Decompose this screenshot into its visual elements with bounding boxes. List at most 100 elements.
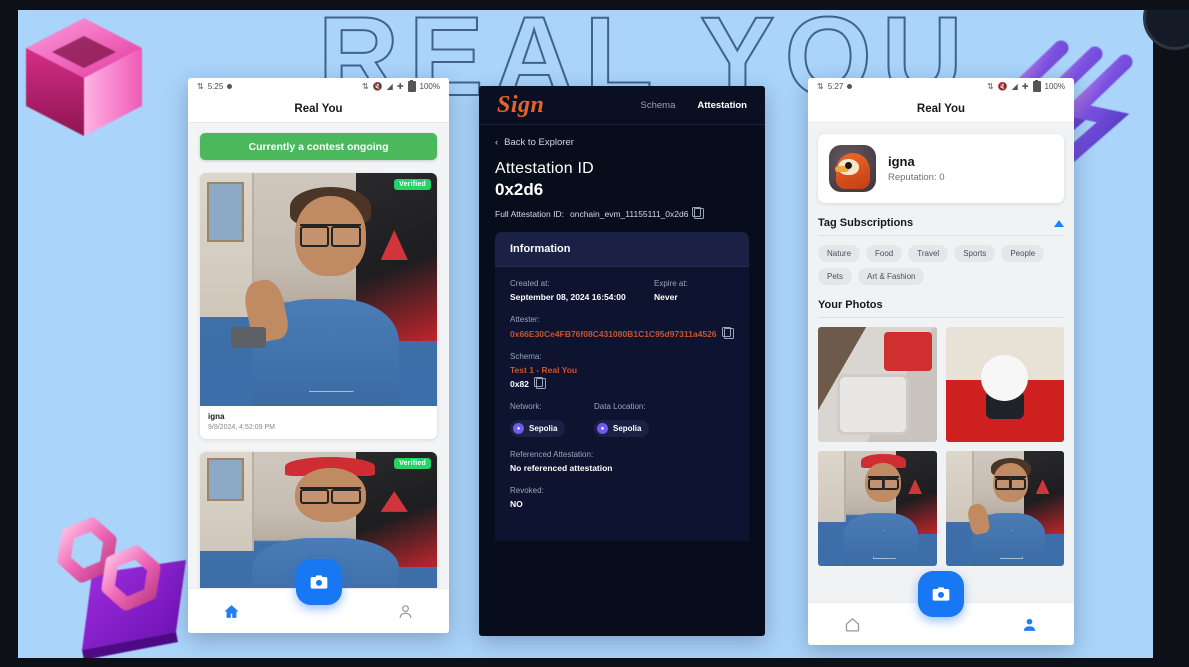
profile-reputation: Reputation: 0	[888, 172, 945, 183]
notification-dot-icon	[227, 84, 233, 89]
referenced-attestation-group: Referenced Attestation: No referenced at…	[510, 450, 734, 473]
frame-top	[0, 0, 1189, 10]
mute-icon: 🔇	[997, 81, 1008, 91]
tag-chip[interactable]: Nature	[818, 245, 861, 262]
attestation-id-label: Attestation ID	[495, 160, 594, 177]
camera-fab-button[interactable]	[918, 571, 964, 617]
statusbar-left: ⇅ 5:25 ⇅ 🔇 ◢ ✚ 100%	[188, 78, 449, 95]
home-icon[interactable]	[844, 616, 861, 633]
photo-selfie-thumb[interactable]	[945, 451, 1064, 566]
tag-chip[interactable]: People	[1001, 245, 1045, 262]
full-id-label: Full Attestation ID:	[495, 208, 564, 219]
statusbar-right: ⇅ 5:27 ⇅ 🔇 ◢ ✚ 100%	[808, 78, 1074, 95]
data-speed-icon: ⇅	[987, 81, 994, 91]
data-location-value: Sepolia	[613, 424, 642, 433]
notification-dot-icon	[847, 84, 853, 89]
feed-scroll-area[interactable]: Currently a contest ongoing Verified ign…	[188, 123, 449, 633]
attestation-id-value: 0x2d6	[495, 180, 544, 199]
created-at-label: Created at:	[510, 279, 550, 288]
information-title: Information	[495, 232, 749, 267]
nav-link-schema[interactable]: Schema	[641, 100, 676, 111]
revoked-value: NO	[510, 499, 523, 509]
contest-banner[interactable]: Currently a contest ongoing	[200, 133, 437, 160]
information-card: Information Created at: September 08, 20…	[495, 232, 749, 541]
attestation-detail: ‹ Back to Explorer Attestation ID 0x2d6 …	[479, 125, 765, 541]
verified-badge: Verified	[394, 179, 431, 190]
attester-value[interactable]: 0x66E30Ce4FB76f08C431080B1C1C95d97311a45…	[510, 329, 717, 339]
network-value: Sepolia	[529, 424, 558, 433]
background-stage: REAL YOU ⇅ 5:25 ⇅ 🔇 ◢ ✚ 100% Real You Cu…	[18, 10, 1153, 658]
post-username: igna	[208, 412, 225, 421]
tag-chip[interactable]: Art & Fashion	[858, 268, 925, 285]
information-body: Created at: September 08, 2024 16:54:00 …	[495, 267, 749, 541]
camera-fab-button[interactable]	[295, 559, 342, 605]
post-image	[200, 173, 437, 406]
camera-icon	[932, 587, 950, 601]
app-header-left: Real You	[188, 95, 449, 123]
chevron-left-icon: ‹	[495, 137, 499, 148]
pink-cube-decoration	[26, 18, 142, 136]
post-timestamp: 9/8/2024, 4:52:09 PM	[208, 424, 275, 431]
phone-right-profile: ⇅ 5:27 ⇅ 🔇 ◢ ✚ 100% Real You igna Reputa…	[808, 78, 1074, 645]
nav-link-attestation[interactable]: Attestation	[697, 100, 747, 111]
revoked-label: Revoked:	[510, 486, 544, 495]
tag-chip[interactable]: Travel	[908, 245, 949, 262]
your-photos-title: Your Photos	[818, 299, 883, 311]
signal-icon: ✚	[396, 81, 404, 91]
profile-scroll-area[interactable]: igna Reputation: 0 Tag Subscriptions Nat…	[808, 123, 1074, 602]
home-icon[interactable]	[223, 603, 240, 620]
attester-label: Attester:	[510, 315, 540, 324]
post-photo[interactable]: Verified	[200, 173, 437, 406]
profile-username: igna	[888, 154, 915, 169]
battery-percent: 100%	[1044, 82, 1065, 91]
tag-chip[interactable]: Pets	[818, 268, 853, 285]
tag-list: Nature Food Travel Sports People Pets Ar…	[818, 245, 1064, 285]
sepolia-icon: ●	[597, 423, 608, 434]
sepolia-icon: ●	[513, 423, 524, 434]
back-label: Back to Explorer	[504, 137, 574, 148]
your-photos-header: Your Photos	[818, 299, 1064, 318]
sign-logo[interactable]: Sign	[497, 92, 544, 119]
photo-fan[interactable]	[818, 327, 937, 442]
tag-chip[interactable]: Sports	[954, 245, 996, 262]
photo-plush[interactable]	[945, 327, 1064, 442]
photo-selfie-cap[interactable]	[818, 451, 937, 566]
post-meta: igna 9/8/2024, 4:52:09 PM	[200, 406, 437, 439]
wifi-icon: ◢	[1011, 81, 1018, 91]
copy-icon[interactable]	[692, 207, 705, 219]
tag-subscriptions-header[interactable]: Tag Subscriptions	[818, 217, 1064, 236]
revoked-group: Revoked: NO	[510, 486, 734, 509]
copy-icon[interactable]	[721, 327, 734, 339]
person-icon[interactable]	[397, 603, 414, 620]
frame-right	[1143, 0, 1189, 667]
schema-label: Schema:	[510, 352, 542, 361]
camera-icon	[310, 575, 327, 589]
tag-subscriptions-title: Tag Subscriptions	[818, 217, 914, 229]
network-activity-icon: ⇅	[817, 81, 824, 91]
back-to-explorer-link[interactable]: ‹ Back to Explorer	[495, 137, 749, 148]
phone-mid-sign-explorer: Sign Schema Attestation ‹ Back to Explor…	[479, 86, 765, 636]
referenced-label: Referenced Attestation:	[510, 450, 594, 459]
pink-infinity-decoration	[57, 517, 186, 658]
chevron-up-icon[interactable]	[1054, 219, 1064, 227]
person-icon[interactable]	[1021, 616, 1038, 633]
referenced-value: No referenced attestation	[510, 463, 613, 473]
network-activity-icon: ⇅	[197, 81, 204, 91]
tag-chip[interactable]: Food	[866, 245, 903, 262]
phone-left-feed: ⇅ 5:25 ⇅ 🔇 ◢ ✚ 100% Real You Currently a…	[188, 78, 449, 633]
mute-icon: 🔇	[372, 81, 383, 91]
statusbar-time: 5:27	[827, 82, 844, 91]
profile-card[interactable]: igna Reputation: 0	[818, 134, 1064, 203]
post-card[interactable]: Verified igna 9/8/2024, 4:52:09 PM	[200, 173, 437, 439]
sign-topnav: Sign Schema Attestation	[479, 86, 765, 125]
created-at-value: September 08, 2024 16:54:00	[510, 292, 626, 302]
statusbar-time: 5:25	[207, 82, 224, 91]
copy-icon[interactable]	[533, 377, 546, 389]
battery-percent: 100%	[419, 82, 440, 91]
attester-group: Attester: 0x66E30Ce4FB76f08C431080B1C1C9…	[510, 315, 734, 339]
avatar	[829, 145, 876, 192]
schema-group: Schema: Test 1 - Real You 0x82	[510, 352, 734, 389]
schema-name[interactable]: Test 1 - Real You	[510, 365, 734, 375]
full-id-value: onchain_evm_11155111_0x2d6	[569, 208, 689, 219]
app-header-right: Real You	[808, 95, 1074, 123]
